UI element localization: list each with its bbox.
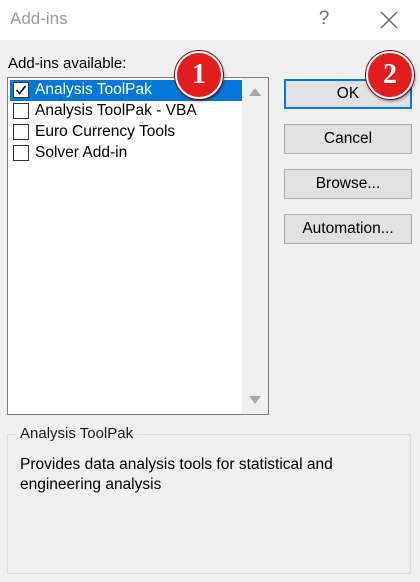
step-badge-2: 2 bbox=[366, 51, 414, 99]
close-icon bbox=[380, 11, 398, 29]
list-item-label: Solver Add-in bbox=[35, 144, 128, 161]
browse-button[interactable]: Browse... bbox=[284, 169, 412, 199]
scroll-up-arrow-icon[interactable] bbox=[249, 88, 261, 96]
step-badge-1: 1 bbox=[175, 51, 223, 99]
list-scrollbar[interactable] bbox=[242, 78, 268, 414]
addins-listbox[interactable]: Analysis ToolPak Analysis ToolPak - VBA … bbox=[7, 77, 269, 415]
title-bar: Add-ins ? bbox=[0, 0, 420, 40]
addins-available-label: Add-ins available: bbox=[8, 55, 127, 72]
checkbox-analysis-toolpak[interactable] bbox=[13, 82, 29, 98]
close-button[interactable] bbox=[376, 7, 402, 33]
cancel-button[interactable]: Cancel bbox=[284, 124, 412, 154]
list-item-label: Analysis ToolPak - VBA bbox=[35, 102, 197, 119]
list-item-analysis-toolpak-vba[interactable]: Analysis ToolPak - VBA bbox=[10, 101, 242, 122]
description-text: Provides data analysis tools for statist… bbox=[20, 456, 333, 493]
list-item-euro-currency-tools[interactable]: Euro Currency Tools bbox=[10, 122, 242, 143]
checkbox-euro-currency-tools[interactable] bbox=[13, 124, 29, 140]
checkbox-analysis-toolpak-vba[interactable] bbox=[13, 103, 29, 119]
list-item-label: Analysis ToolPak bbox=[35, 81, 152, 98]
window-title: Add-ins bbox=[10, 9, 68, 28]
scroll-down-arrow-icon[interactable] bbox=[249, 396, 261, 404]
list-item-solver-addin[interactable]: Solver Add-in bbox=[10, 143, 242, 164]
checkbox-solver-addin[interactable] bbox=[13, 145, 29, 161]
checkmark-icon bbox=[15, 85, 27, 95]
help-button[interactable]: ? bbox=[312, 7, 336, 31]
description-group: Analysis ToolPak Provides data analysis … bbox=[7, 425, 411, 574]
list-item-label: Euro Currency Tools bbox=[35, 123, 176, 140]
description-group-title: Analysis ToolPak bbox=[16, 425, 138, 442]
automation-button[interactable]: Automation... bbox=[284, 214, 412, 244]
